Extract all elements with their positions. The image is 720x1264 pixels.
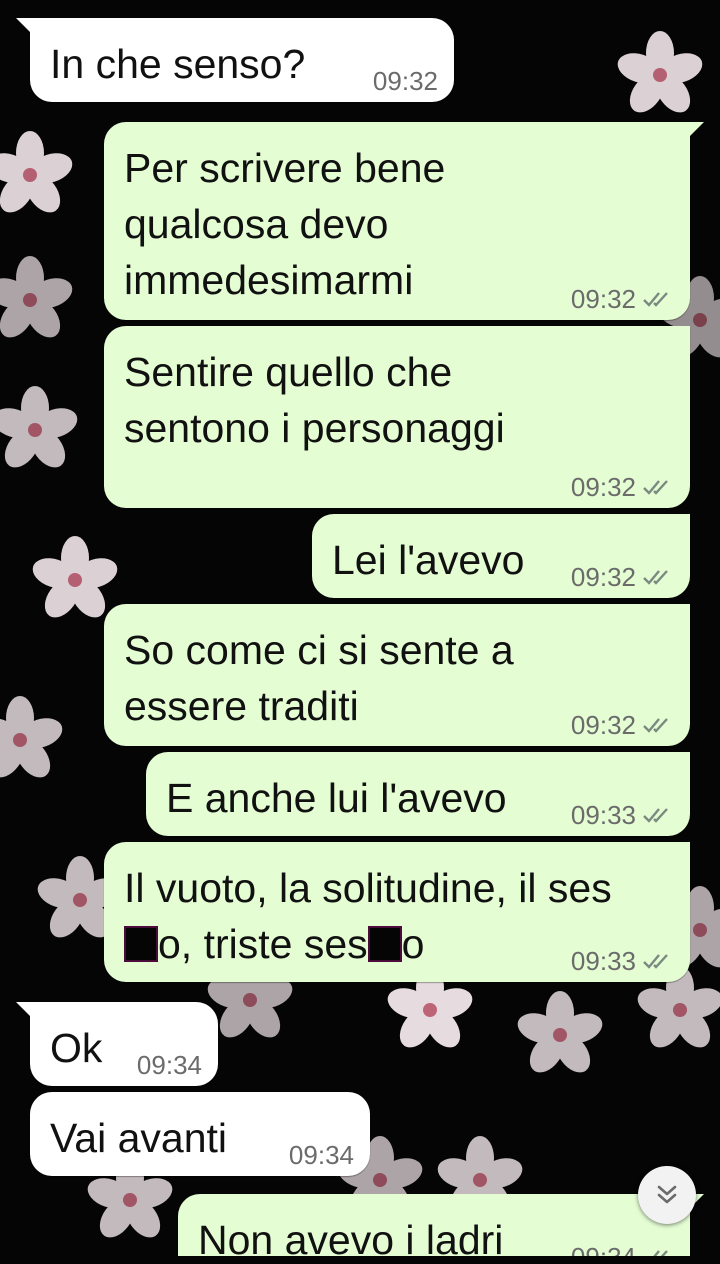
- double-check-icon: [643, 292, 668, 307]
- message-meta: 09:32: [571, 472, 674, 502]
- double-check-icon: [653, 1250, 668, 1256]
- message-time: 09:32: [570, 562, 636, 592]
- message-meta: 09:32: [571, 284, 674, 314]
- message-time: 09:34: [571, 1242, 636, 1256]
- message-time: 09:32: [570, 284, 636, 314]
- message-meta: 09:33: [571, 946, 674, 976]
- double-check-icon: [643, 954, 668, 969]
- redaction-box: [124, 926, 158, 962]
- message-time: 09:32: [570, 472, 636, 502]
- chat-conversation[interactable]: In che senso? 09:32 Per scrivere bene qu…: [0, 0, 720, 1256]
- message-text-part: o, triste ses: [158, 921, 368, 967]
- message-text-part: Il vuoto, la solitudine, il ses: [124, 865, 612, 911]
- bubble-tail-incoming: [16, 1002, 36, 1022]
- message-incoming[interactable]: Ok 09:34: [16, 1002, 218, 1086]
- message-outgoing[interactable]: Per scrivere bene qualcosa devo immedesi…: [104, 122, 704, 320]
- message-meta: 09:34: [289, 1140, 354, 1170]
- message-meta: 09:33: [571, 800, 674, 830]
- message-outgoing[interactable]: Lei l'avevo 09:32: [312, 514, 690, 598]
- redaction-box: [367, 926, 402, 962]
- message-outgoing[interactable]: Non avevo i ladri 09:34: [178, 1194, 704, 1256]
- message-outgoing[interactable]: Il vuoto, la solitudine, il ses o, triste…: [104, 842, 690, 982]
- double-chevron-down-icon: [657, 1185, 677, 1204]
- message-time: 09:34: [288, 1140, 354, 1170]
- message-outgoing[interactable]: E anche lui l'avevo 09:33: [146, 752, 690, 836]
- double-check-icon: [643, 718, 668, 733]
- message-text: Sentire quello che sentono i personaggi: [124, 349, 505, 451]
- double-check-icon: [643, 570, 668, 585]
- message-time: 09:34: [136, 1050, 202, 1080]
- message-outgoing[interactable]: So come ci si sente a essere traditi 09:…: [104, 604, 690, 746]
- bubble-tail-incoming: [16, 18, 36, 38]
- double-check-icon: [643, 480, 668, 495]
- message-time: 09:33: [570, 946, 636, 976]
- message-incoming[interactable]: Vai avanti 09:34: [30, 1092, 370, 1176]
- message-time: 09:33: [570, 800, 636, 830]
- message-outgoing[interactable]: Sentire quello che sentono i personaggi …: [104, 326, 690, 508]
- double-check-icon: [643, 808, 668, 823]
- message-text: Per scrivere bene qualcosa devo immedesi…: [124, 145, 446, 303]
- message-incoming[interactable]: In che senso? 09:32: [16, 18, 454, 102]
- message-time: 09:32: [372, 66, 438, 96]
- scroll-to-bottom-button[interactable]: [638, 1166, 696, 1224]
- message-time: 09:32: [570, 710, 636, 740]
- bubble-tail-outgoing: [684, 122, 704, 142]
- message-text-part: o: [401, 921, 425, 967]
- bottom-edge: [0, 1256, 720, 1264]
- message-meta: 09:32: [373, 66, 438, 96]
- message-meta: 09:32: [571, 562, 674, 592]
- message-meta: 09:34: [571, 1242, 674, 1256]
- message-meta: 09:32: [571, 710, 674, 740]
- message-meta: 09:34: [137, 1050, 202, 1080]
